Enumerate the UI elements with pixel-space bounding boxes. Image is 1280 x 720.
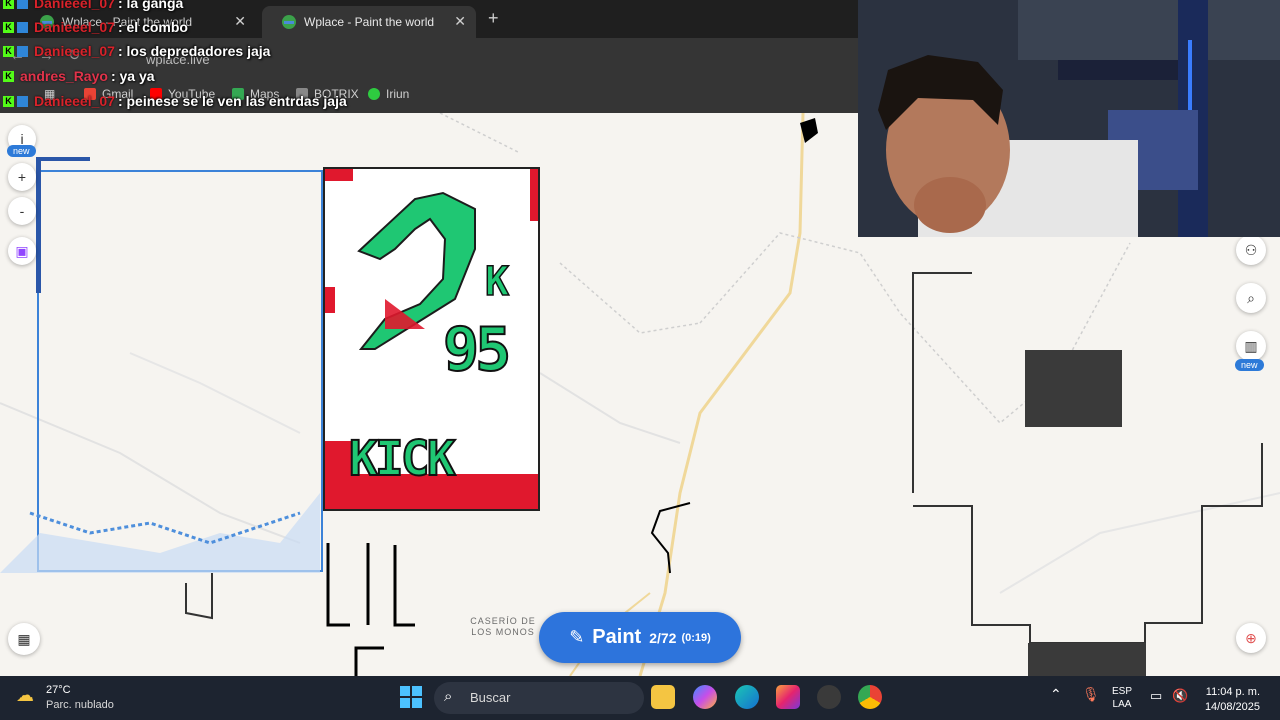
viewer-badge-icon (17, 45, 28, 57)
leaderboard-icon[interactable]: ▥ (1236, 331, 1266, 361)
viewer-badge-icon (17, 0, 28, 9)
language-indicator[interactable]: ESP LAA (1112, 685, 1132, 711)
search-placeholder: Buscar (470, 690, 511, 705)
volume-muted-icon[interactable]: 🔇 (1172, 688, 1188, 704)
file-explorer-icon[interactable] (651, 685, 675, 709)
kick-badge-icon: K (3, 0, 14, 9)
kick-badge-icon: K (3, 70, 14, 82)
chat-message: K Danieeel_07: el combo (0, 16, 188, 38)
chat-message: K Danieeel_07: peinese se le ven las ent… (0, 90, 347, 112)
poster-k-text: K (484, 258, 510, 306)
obs-icon[interactable] (817, 685, 841, 709)
weather-desc[interactable]: Parc. nublado (46, 699, 114, 711)
grid-toggle-icon[interactable]: ▦ (8, 623, 40, 655)
kick-poster: K 95 KICK (323, 167, 540, 511)
viewer-badge-icon (17, 95, 28, 107)
paint-count: 2/72 (649, 629, 677, 646)
display-icon[interactable]: ▭ (1150, 688, 1162, 704)
webcam-image (858, 0, 1280, 237)
copilot-icon[interactable] (693, 685, 717, 709)
zoom-out-button[interactable]: - (8, 197, 36, 225)
chat-message: K andres_Rayo: ya ya (0, 65, 155, 87)
chevron-up-icon[interactable]: ⌃ (1050, 686, 1062, 703)
weather-temp[interactable]: 27°C (46, 684, 71, 696)
browser-tab-active[interactable]: Wplace - Paint the world ✕ (262, 6, 476, 38)
new-tab-button[interactable]: + (488, 8, 499, 29)
close-tab-icon[interactable]: ✕ (454, 13, 466, 30)
iriun-icon (368, 88, 380, 100)
users-icon[interactable]: ⚇ (1236, 235, 1266, 265)
twitch-icon[interactable]: ▣ (8, 237, 36, 265)
windows-start-icon[interactable] (400, 686, 422, 708)
locate-icon[interactable]: ⊕ (1236, 623, 1266, 653)
paint-button[interactable]: ✎ Paint 2/72 (0:19) (539, 612, 741, 663)
instagram-icon[interactable] (776, 685, 800, 709)
weather-icon: ☁ (16, 685, 34, 705)
viewer-badge-icon (17, 21, 28, 33)
new-badge: new (1235, 359, 1264, 371)
poster-number: 95 (442, 314, 512, 386)
chat-message: K Danieeel_07: la ganga (0, 0, 183, 14)
search-map-icon[interactable]: ⌕ (1236, 283, 1266, 313)
globe-icon (282, 15, 296, 29)
zoom-in-button[interactable]: + (8, 163, 36, 191)
chrome-icon[interactable] (858, 685, 882, 709)
paint-timer: (0:19) (681, 631, 711, 644)
edge-icon[interactable] (735, 685, 759, 709)
microphone-icon[interactable]: 🎙 (1082, 686, 1100, 703)
webcam-overlay (858, 0, 1280, 237)
taskbar-search[interactable] (434, 682, 644, 714)
kick-badge-icon: K (3, 45, 14, 57)
brush-icon: ✎ (569, 627, 585, 647)
paint-label: Paint (592, 626, 642, 648)
search-icon: ⌕ (444, 688, 453, 705)
kick-badge-icon: K (3, 21, 14, 33)
bookmark-iriun[interactable]: Iriun (368, 87, 409, 101)
kick-badge-icon: K (3, 95, 14, 107)
tab-title: Wplace - Paint the world (304, 15, 435, 29)
close-tab-icon[interactable]: ✕ (234, 13, 246, 30)
clock[interactable]: 11:04 p. m. 14/08/2025 (1196, 685, 1260, 715)
poster-kick-text: KICK (348, 430, 457, 488)
new-badge: new (7, 145, 36, 157)
chat-message: K Danieeel_07: los depredadores jaja (0, 40, 270, 62)
place-label: CASERÍO DE LOS MONOS (470, 616, 536, 637)
